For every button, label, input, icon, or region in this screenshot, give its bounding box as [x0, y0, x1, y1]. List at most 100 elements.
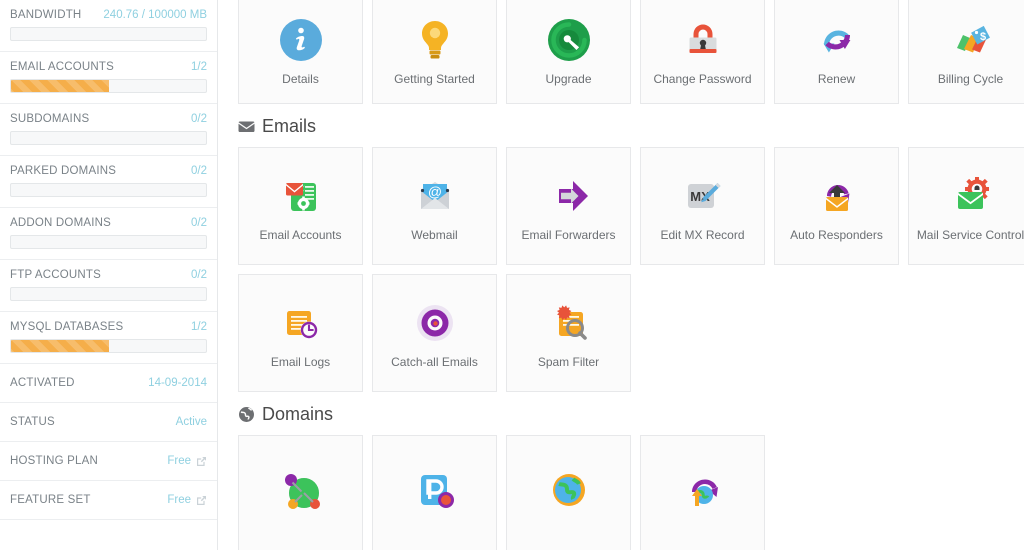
- stat-value: 0/2: [191, 113, 207, 125]
- app-card-label: Details: [282, 71, 319, 86]
- mx-pencil-icon: MX: [679, 172, 727, 220]
- usage-progress-track: [10, 339, 207, 353]
- parked-domain-p-icon: [411, 466, 459, 514]
- info-value: 14-09-2014: [148, 377, 207, 389]
- app-card[interactable]: Email Logs: [238, 274, 363, 392]
- section-grid: Email Accounts @ Webmail Email Forwarders MX…: [238, 147, 1024, 392]
- app-card-label: Edit MX Record: [660, 227, 745, 242]
- info-row[interactable]: FEATURE SET Free: [0, 481, 217, 520]
- info-row[interactable]: HOSTING PLAN Free: [0, 442, 217, 481]
- app-card-label: Getting Started: [394, 71, 475, 86]
- app-card[interactable]: Getting Started: [372, 0, 497, 104]
- app-card[interactable]: [372, 435, 497, 550]
- usage-progress-track: [10, 131, 207, 145]
- info-value-wrap[interactable]: Free: [167, 455, 207, 467]
- forward-arrow-icon: [545, 172, 593, 220]
- lightbulb-icon: [411, 16, 459, 64]
- stat-header: MYSQL DATABASES 1/2: [10, 321, 207, 333]
- stat-header: EMAIL ACCOUNTS 1/2: [10, 61, 207, 73]
- subdomains-globe-icon: [277, 466, 325, 514]
- info-value-wrap[interactable]: Free: [167, 494, 207, 506]
- usage-progress-fill: [11, 80, 109, 92]
- info-row: STATUS Active: [0, 403, 217, 442]
- app-card-label: Billing Cycle: [937, 71, 1004, 86]
- stat-row: FTP ACCOUNTS 0/2: [0, 260, 217, 312]
- info-value-wrap: Active: [176, 416, 207, 428]
- info-value-wrap: 14-09-2014: [148, 377, 207, 389]
- app-card[interactable]: Auto Responders: [774, 147, 899, 265]
- app-card[interactable]: MX Edit MX Record: [640, 147, 765, 265]
- section-title: Emails: [238, 104, 1024, 147]
- account-actions-grid: Details Getting Started Upgrade Change Pass…: [238, 0, 1024, 104]
- stat-header: PARKED DOMAINS 0/2: [10, 165, 207, 177]
- refresh-arrows-icon: [813, 16, 861, 64]
- price-tags-icon: $: [947, 16, 995, 64]
- stat-value: 0/2: [191, 269, 207, 281]
- app-card[interactable]: Email Forwarders: [506, 147, 631, 265]
- app-card[interactable]: Renew: [774, 0, 899, 104]
- stat-header: BANDWIDTH 240.76 / 100000 MB: [10, 9, 207, 21]
- webmail-at-icon: @: [411, 172, 459, 220]
- stat-row: ADDON DOMAINS 0/2: [0, 208, 217, 260]
- info-value: Active: [175, 416, 207, 428]
- app-card[interactable]: [238, 435, 363, 550]
- stat-label: BANDWIDTH: [10, 9, 82, 21]
- section-title: Domains: [238, 392, 1024, 435]
- stat-row: PARKED DOMAINS 0/2: [0, 156, 217, 208]
- main-content: Details Getting Started Upgrade Change Pass…: [218, 0, 1024, 550]
- app-card-label: Renew: [817, 71, 856, 86]
- app-card-label: Email Logs: [270, 354, 331, 369]
- app-card[interactable]: Change Password: [640, 0, 765, 104]
- app-card[interactable]: Upgrade: [506, 0, 631, 104]
- app-card[interactable]: $ Billing Cycle: [908, 0, 1024, 104]
- auto-responder-icon: [813, 172, 861, 220]
- account-stats-sidebar: BANDWIDTH 240.76 / 100000 MB EMAIL ACCOUNT…: [0, 0, 218, 550]
- app-card-label: Auto Responders: [790, 227, 883, 242]
- stat-row: EMAIL ACCOUNTS 1/2: [0, 52, 217, 104]
- catchall-target-icon: [411, 299, 459, 347]
- stat-label: EMAIL ACCOUNTS: [10, 61, 114, 73]
- sidebar-info-list: ACTIVATED 14-09-2014 STATUS Active HOSTING P…: [0, 364, 217, 520]
- app-card[interactable]: Spam Filter: [506, 274, 631, 392]
- section-title-text: Emails: [262, 116, 317, 136]
- info-row: ACTIVATED 14-09-2014: [0, 364, 217, 403]
- usage-progress-track: [10, 235, 207, 249]
- usage-progress-track: [10, 287, 207, 301]
- spam-filter-icon: [545, 299, 593, 347]
- usage-progress-track: [10, 27, 207, 41]
- stat-label: SUBDOMAINS: [10, 113, 90, 125]
- app-card-label: Email Accounts: [259, 227, 342, 242]
- svg-text:@: @: [427, 183, 441, 199]
- mail-gear-icon: [947, 172, 995, 220]
- email-accounts-icon: [277, 172, 325, 220]
- addon-domain-globe-icon: [545, 466, 593, 514]
- app-card-label: Email Forwarders: [521, 227, 616, 242]
- app-card[interactable]: Catch-all Emails: [372, 274, 497, 392]
- stat-row: MYSQL DATABASES 1/2: [0, 312, 217, 364]
- stat-header: ADDON DOMAINS 0/2: [10, 217, 207, 229]
- stat-header: FTP ACCOUNTS 0/2: [10, 269, 207, 281]
- app-card[interactable]: Email Accounts: [238, 147, 363, 265]
- stat-value: 1/2: [191, 61, 207, 73]
- app-card-label: Spam Filter: [537, 354, 600, 369]
- usage-progress-fill: [11, 340, 109, 352]
- info-circle-icon: [277, 16, 325, 64]
- gauge-circle-icon: [545, 16, 593, 64]
- app-card[interactable]: [640, 435, 765, 550]
- app-card[interactable]: Details: [238, 0, 363, 104]
- svg-text:$: $: [979, 31, 985, 43]
- info-value: Free: [167, 494, 191, 506]
- app-card[interactable]: [506, 435, 631, 550]
- stat-label: ADDON DOMAINS: [10, 217, 111, 229]
- page-root: BANDWIDTH 240.76 / 100000 MB EMAIL ACCOUNT…: [0, 0, 1024, 550]
- stat-row: BANDWIDTH 240.76 / 100000 MB: [0, 0, 217, 52]
- app-card[interactable]: @ Webmail: [372, 147, 497, 265]
- app-card[interactable]: Mail Service Control: [908, 147, 1024, 265]
- envelope-icon: [238, 118, 255, 135]
- stat-label: MYSQL DATABASES: [10, 321, 124, 333]
- redirect-globe-icon: [679, 466, 727, 514]
- info-label: ACTIVATED: [10, 377, 75, 389]
- stat-row: SUBDOMAINS 0/2: [0, 104, 217, 156]
- info-label: STATUS: [10, 416, 55, 428]
- section-title-text: Domains: [262, 404, 334, 424]
